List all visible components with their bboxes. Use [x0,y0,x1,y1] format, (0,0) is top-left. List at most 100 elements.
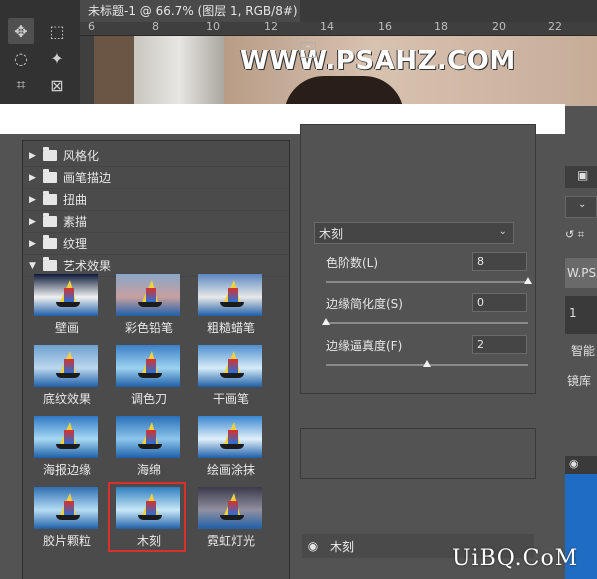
document-tab-strip: 未标题-1 @ 66.7% (图层 1, RGB/8#) * × [80,0,597,22]
thumbnail-label: 壁画 [54,321,79,335]
category-folder-brush-strokes[interactable]: ▶ 画笔描边 [23,167,289,189]
horizontal-ruler: 6 8 10 12 14 16 18 20 22 [80,20,597,36]
category-folder-stylize[interactable]: ▶ 风格化 [23,145,289,167]
param-input-edge-fidelity[interactable]: 2 [472,335,527,354]
thumbnail-image [198,274,262,316]
chevron-down-icon: ⌄ [578,199,587,210]
param-label-edge-fidelity: 边缘逼真度(F) [326,339,403,353]
toolbar: ✥ ⬚ ◌ ✦ ⌗ ⊠ [0,0,80,105]
folder-icon [43,213,57,227]
document-tab-title: 未标题-1 @ 66.7% (图层 1, RGB/8#) * [88,4,300,18]
ruler-number: 8 [152,20,159,33]
ruler-number: 10 [206,20,220,33]
category-label: 扭曲 [63,193,88,207]
thumbnail-label: 彩色铅笔 [124,321,173,335]
ruler-number: 20 [492,20,506,33]
filter-thumbnail[interactable]: 霓虹灯光 [198,487,264,549]
filter-thumbnail[interactable]: 海绵 [116,416,182,478]
thumbnail-label: 绘画涂抹 [206,463,255,477]
param-slider-edge-fidelity[interactable] [326,360,528,367]
camera-icon[interactable]: ◉ [569,457,579,470]
folder-icon [43,235,57,249]
expand-arrow-icon[interactable]: ▶ [29,173,43,183]
filter-thumbnail[interactable]: 粗糙蜡笔 [198,274,264,336]
param-input-edge-simplicity[interactable]: 0 [472,293,527,312]
crop-icon[interactable]: ↺ ⌗ [565,228,597,246]
filter-thumbnail[interactable]: 胶片颗粒 [34,487,100,549]
param-slider-edge-simplicity[interactable] [322,318,528,325]
thumbnail-image [198,487,262,529]
folder-icon [43,257,57,271]
thumbnail-image [34,274,98,316]
filter-thumbnail[interactable]: 壁画 [34,274,100,336]
expand-arrow-icon[interactable]: ▶ [29,151,43,161]
category-label: 素描 [63,215,88,229]
thumbnail-label: 海报边缘 [42,463,91,477]
canvas-watermark-text: WWW.PSAHZ.COM [240,46,516,76]
marquee-tool-icon[interactable]: ⬚ [44,18,70,44]
right-panel-column: ▣ ⌄ ↺ ⌗ W.PSA 1 智能 镜库 ◉ [565,130,597,579]
panel-fragment: 镜库 [567,374,592,388]
vertical-ruler [80,36,94,106]
corner-watermark-text: UiBQ.CoM [452,546,579,571]
thumbnail-label: 粗糙蜡笔 [206,321,255,335]
param-label-levels: 色阶数(L) [326,256,379,270]
category-folder-distort[interactable]: ▶ 扭曲 [23,189,289,211]
thumbnail-label: 底纹效果 [42,392,91,406]
thumbnail-image [116,345,180,387]
effect-layer-list [300,428,536,479]
folder-icon [43,147,57,161]
slider-knob[interactable] [423,360,431,367]
filter-thumbnail[interactable]: 海报边缘 [34,416,100,478]
thumbnail-image [34,345,98,387]
magic-wand-icon[interactable]: ✦ [44,45,70,71]
filter-thumbnail[interactable]: 干画笔 [198,345,264,407]
thumbnail-label: 干画笔 [212,392,249,406]
ruler-number: 18 [434,20,448,33]
param-slider-levels[interactable] [326,277,532,284]
filter-thumbnail[interactable]: 底纹效果 [34,345,100,407]
panel-fragment: 智能 [571,344,596,358]
filter-thumbnail[interactable]: 调色刀 [116,345,182,407]
filter-select-value: 木刻 [319,226,344,241]
panel-fragment: 1 [565,296,597,334]
ruler-number: 14 [320,20,334,33]
panel-fragment: W.PSA [565,258,597,288]
image-icon[interactable]: ▣ [577,168,588,182]
category-folder-sketch[interactable]: ▶ 素描 [23,211,289,233]
expand-arrow-icon[interactable]: ▶ [29,217,43,227]
param-input-levels[interactable]: 8 [472,252,527,271]
lasso-tool-icon[interactable]: ◌ [8,45,34,71]
chevron-down-icon: ⌄ [498,226,507,237]
frame-tool-icon[interactable]: ⊠ [44,72,70,98]
eye-icon[interactable]: ◉ [302,539,324,553]
canvas-image: WWW.PSAHZ.COM [94,36,597,106]
ruler-number: 6 [88,20,95,33]
panel-dropdown[interactable]: ⌄ [565,196,597,218]
thumbnail-label: 海绵 [136,463,161,477]
selected-thumbnail-frame [108,482,186,552]
thumbnail-label: 调色刀 [130,392,167,406]
slider-knob[interactable] [322,318,330,325]
expand-arrow-icon[interactable]: ▶ [29,195,43,205]
category-label: 风格化 [63,149,100,163]
ruler-number: 12 [264,20,278,33]
filter-select-dropdown[interactable]: 木刻 ⌄ [314,222,514,244]
expand-arrow-icon[interactable]: ▶ [29,239,43,249]
collapse-arrow-icon[interactable]: ▼ [29,261,43,271]
folder-icon [43,169,57,183]
move-tool-icon[interactable]: ✥ [8,18,34,44]
document-tab[interactable]: 未标题-1 @ 66.7% (图层 1, RGB/8#) * × [80,0,300,22]
thumbnail-image [34,487,98,529]
category-folder-texture[interactable]: ▶ 纹理 [23,233,289,255]
thumbnail-label: 霓虹灯光 [206,534,255,548]
category-label: 艺术效果 [63,259,112,273]
slider-knob[interactable] [524,277,532,284]
folder-icon [43,191,57,205]
filter-thumbnail[interactable]: 彩色铅笔 [116,274,182,336]
filter-thumbnail[interactable]: 绘画涂抹 [198,416,264,478]
ruler-number: 22 [548,20,562,33]
collapse-arrows-icon[interactable]: ⌃ [300,42,316,58]
thumbnail-image [116,274,180,316]
crop-tool-icon[interactable]: ⌗ [8,72,34,98]
